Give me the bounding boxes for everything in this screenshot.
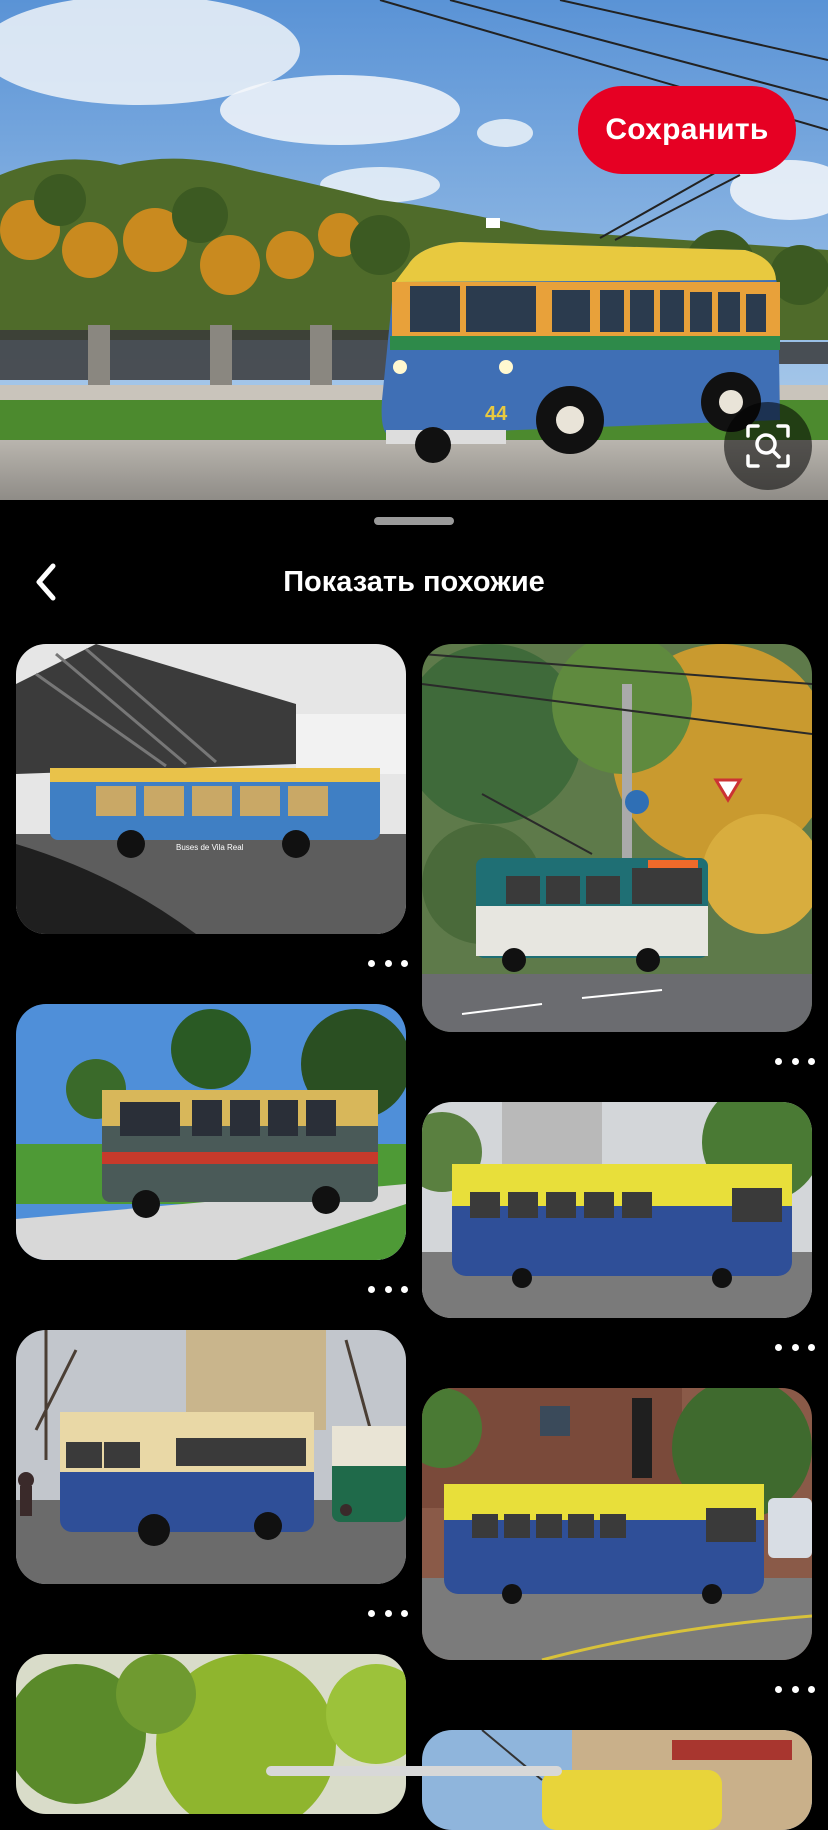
more-options-icon[interactable] bbox=[368, 953, 408, 973]
pin-image-4[interactable] bbox=[422, 1102, 812, 1318]
pin-1-caption: Buses de Vila Real bbox=[176, 843, 244, 852]
more-options-icon[interactable] bbox=[775, 1679, 815, 1699]
more-options-icon[interactable] bbox=[775, 1051, 815, 1071]
pin-image-3[interactable] bbox=[16, 1004, 406, 1260]
pin-image-2[interactable] bbox=[422, 644, 812, 1032]
more-options-icon[interactable] bbox=[368, 1603, 408, 1623]
pin-image-6[interactable] bbox=[422, 1388, 812, 1660]
visual-search-icon bbox=[746, 424, 790, 468]
svg-text:44: 44 bbox=[485, 403, 508, 425]
pin-image-8[interactable] bbox=[422, 1730, 812, 1830]
save-button[interactable]: Сохранить bbox=[578, 86, 796, 174]
more-options-icon[interactable] bbox=[775, 1337, 815, 1357]
sheet-title: Показать похожие bbox=[283, 566, 545, 598]
hero-image[interactable]: 44 Сохранить bbox=[0, 0, 828, 500]
more-options-icon[interactable] bbox=[368, 1279, 408, 1299]
visual-search-button[interactable] bbox=[724, 402, 812, 490]
pin-image-1[interactable]: Buses de Vila Real bbox=[16, 644, 406, 934]
drag-handle[interactable] bbox=[374, 517, 454, 525]
pin-image-7[interactable] bbox=[16, 1654, 406, 1814]
home-indicator[interactable] bbox=[266, 1766, 562, 1776]
trolleybus-photo: 44 bbox=[0, 0, 828, 500]
pin-image-5[interactable] bbox=[16, 1330, 406, 1584]
